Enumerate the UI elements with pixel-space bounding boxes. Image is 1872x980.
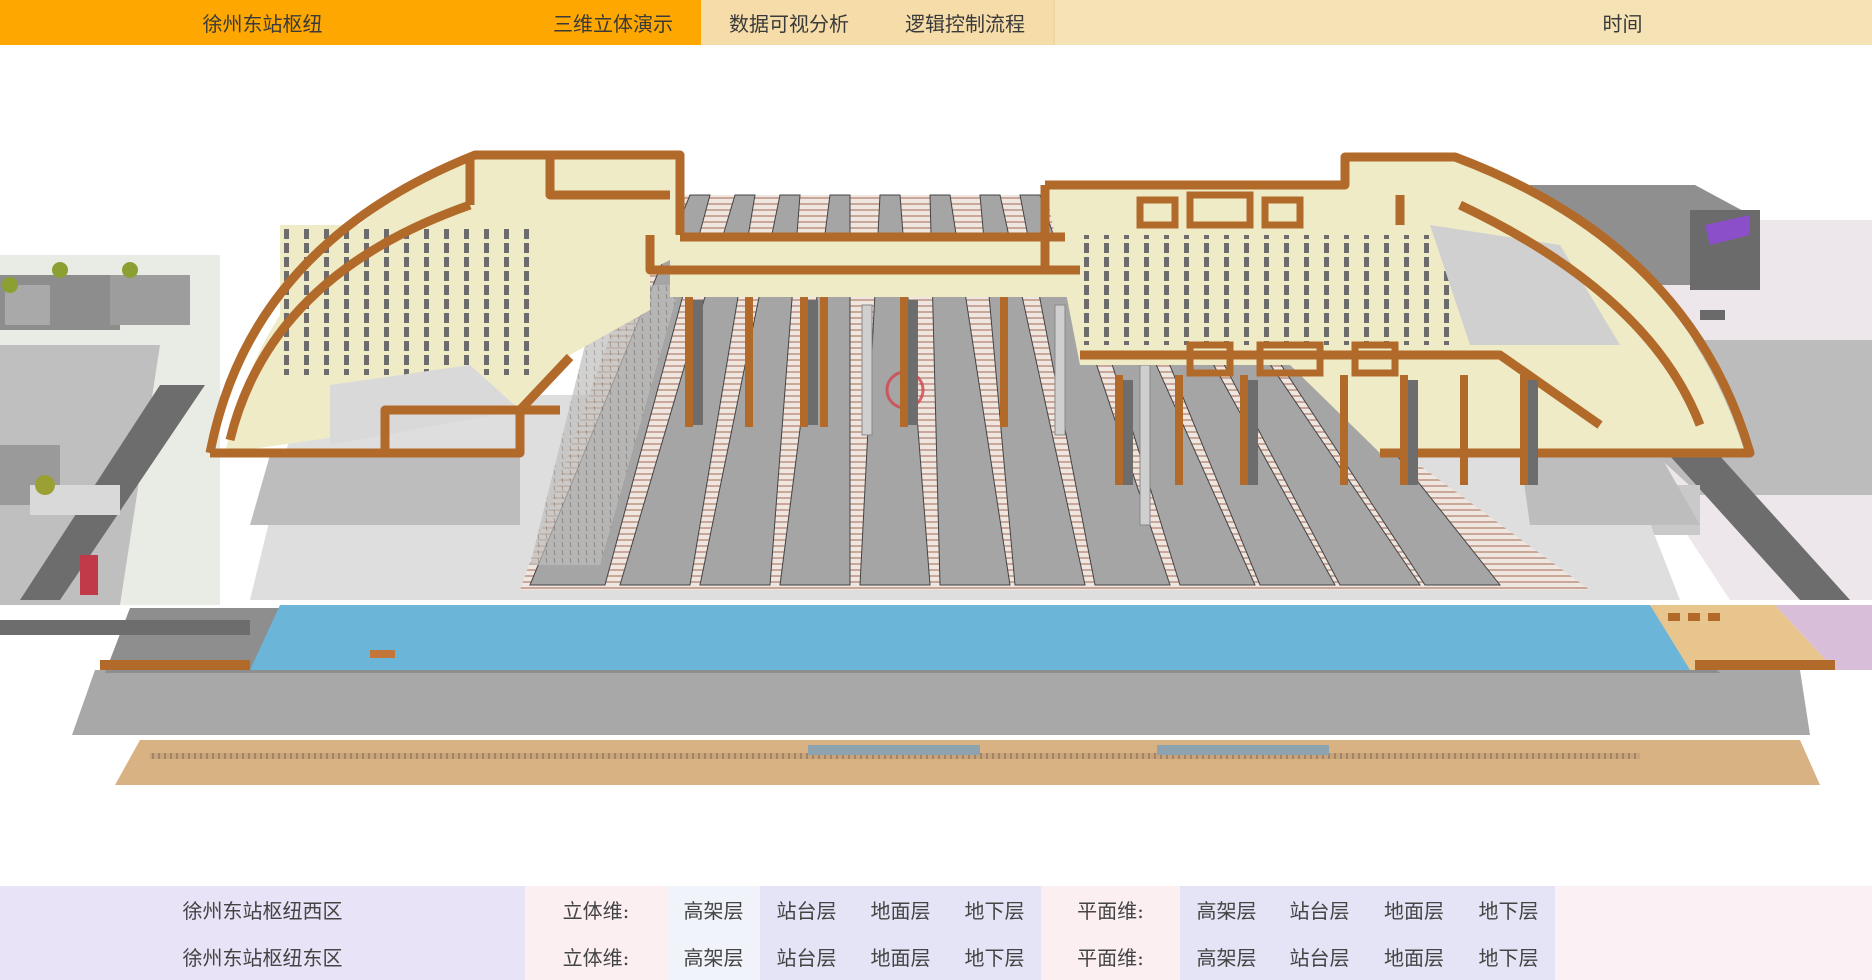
zone-name-west[interactable]: 徐州东站枢纽西区 bbox=[0, 886, 525, 933]
row-filler bbox=[1555, 933, 1872, 980]
tab-3d-demo[interactable]: 三维立体演示 bbox=[525, 0, 701, 45]
label-2d: 平面维: bbox=[1041, 933, 1180, 980]
station-3d-model-icon bbox=[0, 150, 1872, 785]
tab-divider bbox=[1053, 0, 1055, 45]
east-2d-elevated-button[interactable]: 高架层 bbox=[1180, 933, 1273, 980]
ground-layer bbox=[72, 670, 1810, 735]
station-3d-viewport[interactable] bbox=[0, 45, 1872, 885]
east-2d-underground-button[interactable]: 地下层 bbox=[1462, 933, 1555, 980]
label-3d: 立体维: bbox=[525, 933, 667, 980]
zone-name-east[interactable]: 徐州东站枢纽东区 bbox=[0, 933, 525, 980]
west-3d-elevated-button[interactable]: 高架层 bbox=[667, 886, 760, 933]
east-3d-platform-button[interactable]: 站台层 bbox=[760, 933, 853, 980]
time-display: 时间 bbox=[1602, 12, 1643, 36]
zone-row-west: 徐州东站枢纽西区 立体维: 高架层 站台层 地面层 地下层 平面维: 高架层 站… bbox=[0, 886, 1872, 933]
east-3d-elevated-button[interactable]: 高架层 bbox=[667, 933, 760, 980]
west-2d-ground-button[interactable]: 地面层 bbox=[1366, 886, 1462, 933]
west-3d-underground-button[interactable]: 地下层 bbox=[948, 886, 1041, 933]
zone-row-east: 徐州东站枢纽东区 立体维: 高架层 站台层 地面层 地下层 平面维: 高架层 站… bbox=[0, 933, 1872, 980]
east-3d-ground-button[interactable]: 地面层 bbox=[853, 933, 948, 980]
east-2d-platform-button[interactable]: 站台层 bbox=[1273, 933, 1366, 980]
layer-control-panel: 徐州东站枢纽西区 立体维: 高架层 站台层 地面层 地下层 平面维: 高架层 站… bbox=[0, 886, 1872, 980]
app-title: 徐州东站枢纽 bbox=[0, 0, 525, 45]
tab-logic-flow[interactable]: 逻辑控制流程 bbox=[877, 0, 1053, 45]
west-3d-ground-button[interactable]: 地面层 bbox=[853, 886, 948, 933]
water-layer bbox=[100, 605, 1872, 673]
east-2d-ground-button[interactable]: 地面层 bbox=[1366, 933, 1462, 980]
east-3d-underground-button[interactable]: 地下层 bbox=[948, 933, 1041, 980]
label-3d: 立体维: bbox=[525, 886, 667, 933]
west-2d-platform-button[interactable]: 站台层 bbox=[1273, 886, 1366, 933]
label-2d: 平面维: bbox=[1041, 886, 1180, 933]
west-2d-elevated-button[interactable]: 高架层 bbox=[1180, 886, 1273, 933]
row-filler bbox=[1555, 886, 1872, 933]
west-3d-platform-button[interactable]: 站台层 bbox=[760, 886, 853, 933]
top-navigation-bar: 徐州东站枢纽 三维立体演示 数据可视分析 逻辑控制流程 时间 bbox=[0, 0, 1872, 45]
tab-data-analysis[interactable]: 数据可视分析 bbox=[701, 0, 877, 45]
underground-layer bbox=[115, 740, 1820, 785]
west-2d-underground-button[interactable]: 地下层 bbox=[1462, 886, 1555, 933]
